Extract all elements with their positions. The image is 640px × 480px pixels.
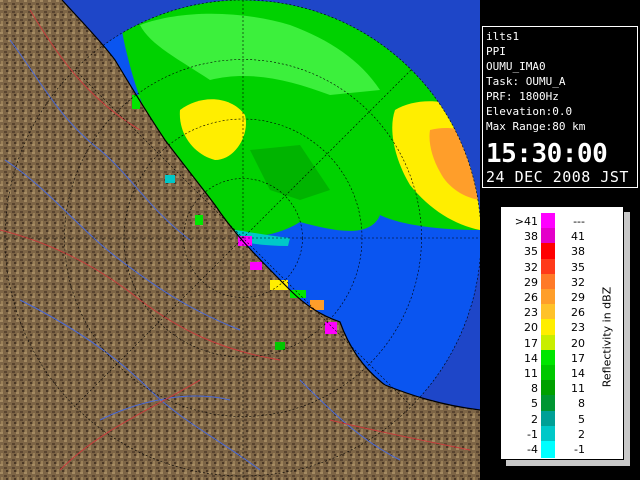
info-elevation: Elevation:0.0 — [486, 105, 573, 118]
reflectivity-legend: >41 --- 38 41 35 38 32 35 29 32 26 29 23 26 20 23 17 20 14… — [500, 206, 624, 460]
legend-low-value: -4 — [527, 443, 538, 456]
info-radar-name: ilts1 — [486, 30, 520, 43]
legend-unit-label: Reflectivity in dBZ — [597, 227, 617, 447]
info-product: OUMU_IMA0 — [486, 60, 546, 73]
info-scan-type: PPI — [486, 45, 506, 58]
radar-info-panel: ilts1 PPI OUMU_IMA0 Task: OUMU_A PRF: 18… — [482, 26, 638, 188]
info-date: 24 DEC 2008 JST — [486, 168, 629, 186]
info-max-range: Max Range:80 km — [486, 120, 586, 133]
info-prf: PRF: 1800Hz — [486, 90, 559, 103]
info-time: 15:30:00 — [486, 139, 608, 169]
info-task: Task: OUMU_A — [486, 75, 566, 88]
legend-color-swatch — [541, 441, 555, 458]
legend-unit-text: Reflectivity in dBZ — [600, 286, 614, 388]
radar-ppi-map[interactable] — [0, 0, 480, 480]
legend-high-value: -1 — [574, 443, 585, 456]
